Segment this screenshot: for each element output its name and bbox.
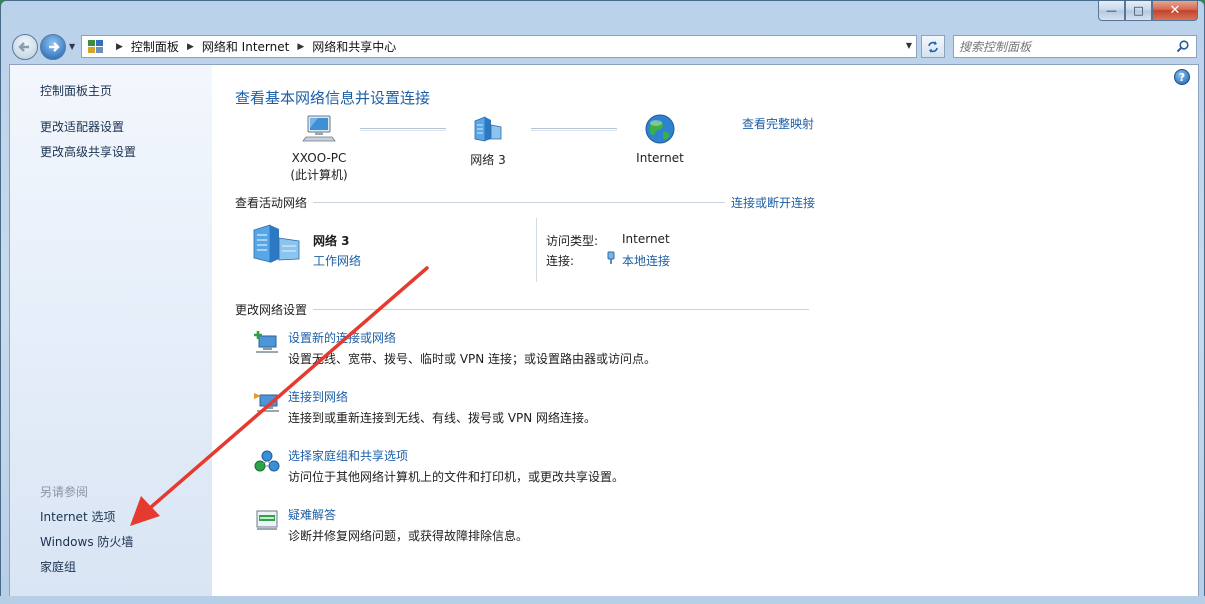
task-title-link[interactable]: 疑难解答 — [288, 506, 336, 523]
breadcrumb-separator-icon[interactable]: ▶ — [116, 42, 123, 52]
troubleshoot-icon — [256, 510, 278, 530]
new-connection-icon — [254, 331, 278, 353]
task-homegroup-sharing: 选择家庭组和共享选项 访问位于其他网络计算机上的文件和打印机，或更改共享设置。 — [254, 447, 814, 491]
connections-label: 连接: — [546, 254, 575, 268]
navigation-bar: ▼ ▶ 控制面板 ▶ 网络和 Internet ▶ 网络和共享中心 ▼ — [9, 32, 1197, 60]
task-description: 连接到或重新连接到无线、有线、拨号或 VPN 网络连接。 — [288, 411, 597, 425]
connect-network-icon — [254, 393, 279, 412]
task-title-link[interactable]: 选择家庭组和共享选项 — [288, 447, 408, 464]
task-sidebar: 控制面板主页 更改适配器设置 更改高级共享设置 另请参阅 Internet 选项… — [10, 65, 212, 596]
search-box — [953, 35, 1197, 58]
active-networks-header: 查看活动网络 连接或断开连接 — [235, 194, 815, 211]
main-panel: 查看基本网络信息并设置连接 查看完整映射 XXOO-PC (此计算机) 网络 3… — [234, 65, 815, 596]
help-icon[interactable]: ? — [1174, 69, 1190, 85]
breadcrumb-control-panel[interactable]: 控制面板 — [131, 38, 179, 55]
forward-arrow-icon — [49, 42, 60, 52]
vertical-divider — [536, 218, 537, 282]
network-icon — [474, 116, 502, 142]
refresh-icon — [928, 40, 938, 53]
caption-buttons: — □ ✕ — [1098, 1, 1198, 21]
breadcrumb-network-sharing-center[interactable]: 网络和共享中心 — [312, 38, 396, 55]
globe-icon — [645, 114, 675, 144]
network-type-link[interactable]: 工作网络 — [313, 252, 361, 269]
local-connection-link[interactable]: 本地连接 — [622, 252, 670, 269]
task-title-link[interactable]: 连接到网络 — [288, 388, 348, 405]
ethernet-plug-icon — [607, 251, 615, 264]
back-arrow-icon — [18, 42, 29, 52]
refresh-button[interactable] — [921, 35, 945, 58]
computer-icon — [302, 115, 336, 142]
task-new-connection: 设置新的连接或网络 设置无线、宽带、拨号、临时或 VPN 连接；或设置路由器或访… — [254, 329, 814, 373]
map-node-this-computer[interactable]: XXOO-PC (此计算机) — [286, 113, 352, 183]
active-networks-title: 查看活动网络 — [235, 196, 308, 210]
map-connection-line — [360, 128, 446, 131]
map-node-label: XXOO-PC — [291, 151, 347, 165]
view-full-map-link[interactable]: 查看完整映射 — [742, 115, 814, 132]
breadcrumb-separator-icon[interactable]: ▶ — [187, 42, 194, 52]
map-node-network[interactable]: 网络 3 — [460, 113, 516, 168]
task-title-link[interactable]: 设置新的连接或网络 — [288, 329, 396, 346]
see-also-internet-options[interactable]: Internet 选项 — [40, 508, 115, 525]
control-panel-window: — □ ✕ ▼ ▶ 控制面板 ▶ 网络和 Internet ▶ 网络和共享中心 — [0, 0, 1205, 604]
see-also-windows-firewall[interactable]: Windows 防火墙 — [40, 533, 133, 550]
connect-disconnect-link[interactable]: 连接或断开连接 — [731, 194, 815, 211]
back-button[interactable] — [12, 34, 38, 60]
maximize-button[interactable]: □ — [1125, 1, 1152, 21]
address-bar[interactable]: ▶ 控制面板 ▶ 网络和 Internet ▶ 网络和共享中心 ▼ — [81, 35, 917, 58]
breadcrumb-separator-icon[interactable]: ▶ — [297, 42, 304, 52]
map-node-label: Internet — [636, 151, 684, 165]
access-type-value: Internet — [622, 232, 670, 246]
map-node-internet[interactable]: Internet — [630, 113, 690, 165]
minimize-button[interactable]: — — [1098, 1, 1125, 21]
forward-button[interactable] — [40, 34, 66, 60]
see-also-homegroup[interactable]: 家庭组 — [40, 558, 76, 575]
close-button[interactable]: ✕ — [1152, 1, 1198, 21]
network-icon — [253, 224, 300, 263]
recent-pages-chevron-down-icon[interactable]: ▼ — [69, 42, 75, 51]
map-node-label: 网络 3 — [470, 153, 506, 167]
task-connect-network: 连接到网络 连接到或重新连接到无线、有线、拨号或 VPN 网络连接。 — [254, 388, 814, 432]
sidebar-link-change-adapter-settings[interactable]: 更改适配器设置 — [40, 118, 124, 135]
section-divider — [313, 202, 725, 203]
see-also-heading: 另请参阅 — [40, 485, 89, 499]
access-type-label: 访问类型: — [546, 234, 599, 248]
address-dropdown-chevron-down-icon[interactable]: ▼ — [906, 41, 912, 50]
change-settings-title: 更改网络设置 — [235, 303, 308, 317]
map-node-sublabel: (此计算机) — [290, 168, 348, 182]
sidebar-link-change-advanced-sharing[interactable]: 更改高级共享设置 — [40, 143, 136, 160]
map-connection-line — [531, 128, 617, 131]
active-network-name: 网络 3 — [313, 234, 350, 248]
breadcrumb-network-internet[interactable]: 网络和 Internet — [202, 38, 289, 55]
window-bottom-border — [0, 596, 1205, 604]
section-divider — [313, 309, 809, 310]
page-title: 查看基本网络信息并设置连接 — [235, 89, 431, 107]
task-description: 诊断并修复网络问题，或获得故障排除信息。 — [288, 529, 529, 543]
task-description: 访问位于其他网络计算机上的文件和打印机，或更改共享设置。 — [288, 470, 625, 484]
task-description: 设置无线、宽带、拨号、临时或 VPN 连接；或设置路由器或访问点。 — [288, 352, 657, 366]
control-panel-icon — [88, 39, 104, 54]
search-input[interactable] — [959, 39, 1169, 54]
task-troubleshoot: 疑难解答 诊断并修复网络问题，或获得故障排除信息。 — [254, 506, 814, 550]
homegroup-icon — [254, 450, 280, 472]
title-bar: — □ ✕ — [1, 1, 1204, 29]
content-pane: 控制面板主页 更改适配器设置 更改高级共享设置 另请参阅 Internet 选项… — [9, 64, 1199, 597]
change-settings-header: 更改网络设置 — [235, 301, 815, 318]
search-icon[interactable] — [1176, 39, 1190, 53]
breadcrumb: 控制面板 ▶ 网络和 Internet ▶ 网络和共享中心 — [131, 38, 396, 55]
sidebar-link-control-panel-home[interactable]: 控制面板主页 — [40, 82, 112, 99]
